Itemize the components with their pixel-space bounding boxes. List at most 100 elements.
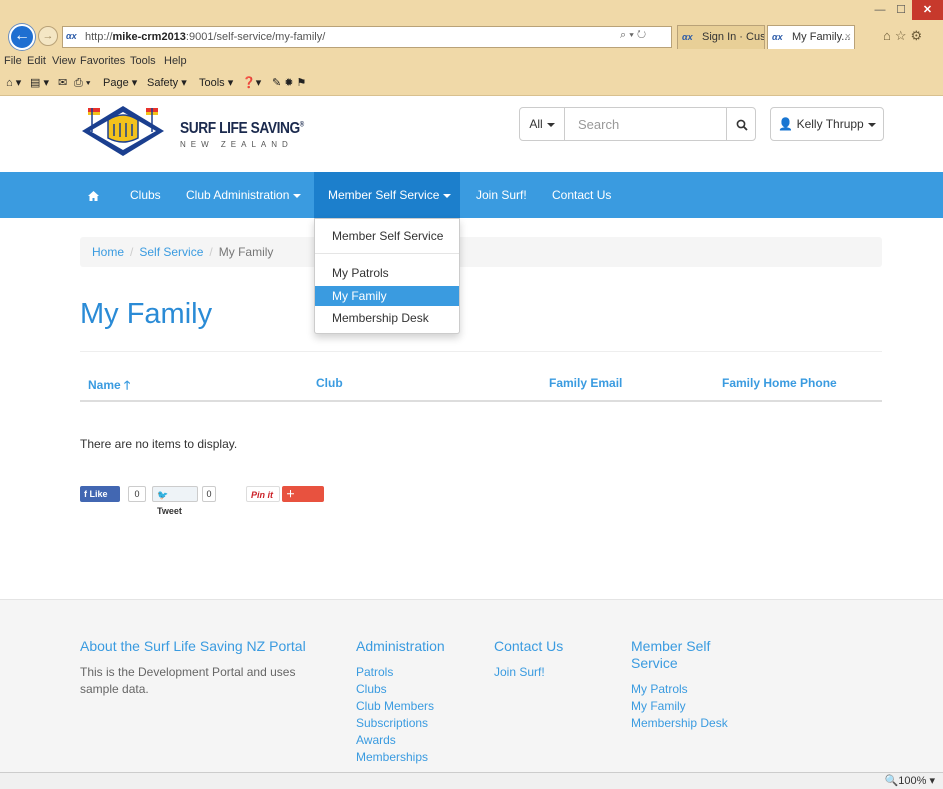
footer-link-awards[interactable]: Awards — [356, 732, 396, 749]
cmd-help-icon[interactable]: ❓▾ — [242, 72, 261, 94]
facebook-like-button[interactable]: f Like — [80, 486, 120, 502]
nav-home-icon[interactable] — [78, 172, 109, 218]
tab-my-family[interactable]: αx My Family... × — [767, 25, 855, 49]
tab-sign-in[interactable]: αx Sign In · Cust... — [677, 25, 765, 49]
nav-club-administration[interactable]: Club Administration — [176, 172, 311, 218]
table-header-divider — [80, 400, 882, 402]
column-header-family-home-phone[interactable]: Family Home Phone — [722, 376, 837, 390]
tweet-count: 0 — [202, 486, 216, 502]
chevron-down-icon — [867, 122, 876, 127]
footer-link-my-family[interactable]: My Family — [631, 698, 686, 715]
dropdown-divider — [315, 253, 459, 254]
footer-link-club-members[interactable]: Club Members — [356, 698, 434, 715]
empty-table-message: There are no items to display. — [80, 437, 238, 451]
address-scheme: http:// — [85, 31, 113, 43]
site-favicon-icon: αx — [66, 31, 77, 41]
cmd-tools[interactable]: Tools ▾ — [199, 72, 233, 94]
column-header-club[interactable]: Club — [316, 376, 343, 390]
site-footer: About the Surf Life Saving NZ Portal Thi… — [0, 599, 943, 772]
facebook-icon: f — [84, 489, 87, 499]
maximize-button[interactable]: ☐ — [891, 0, 911, 20]
menu-tools[interactable]: Tools — [130, 52, 156, 70]
nav-contact-us[interactable]: Contact Us — [542, 172, 621, 218]
twitter-icon: 🐦 — [157, 490, 169, 500]
tab-label: My Family... — [792, 31, 851, 43]
footer-member-self-service-title-2: Service — [631, 655, 678, 671]
menu-help[interactable]: Help — [164, 52, 187, 70]
tab-favicon-icon: αx — [682, 32, 693, 42]
tab-label: Sign In · Cust... — [702, 31, 765, 43]
status-bar: 🔍100% ▾ — [0, 772, 943, 789]
menu-bar: File Edit View Favorites Tools Help — [0, 52, 943, 70]
user-name: Kelly Thrupp — [796, 117, 864, 131]
footer-about-text-2: sample data. — [80, 682, 149, 696]
like-count: 0 — [128, 486, 146, 502]
cmd-page[interactable]: Page ▾ — [103, 72, 137, 94]
tab-close-icon[interactable]: × — [845, 26, 851, 48]
close-window-button[interactable]: ✕ — [912, 0, 943, 20]
share-button[interactable]: ＋Share — [282, 486, 324, 515]
tab-favicon-icon: αx — [772, 32, 783, 42]
address-search-refresh-icon[interactable]: ⌕ ▾ ↻ — [620, 29, 646, 42]
breadcrumb-current: My Family — [218, 245, 274, 259]
footer-link-membership-desk[interactable]: Membership Desk — [631, 715, 728, 732]
dropdown-item-membership-desk[interactable]: Membership Desk — [315, 308, 459, 328]
footer-about-title: About the Surf Life Saving NZ Portal — [80, 638, 306, 654]
cmd-safety[interactable]: Safety ▾ — [147, 72, 187, 94]
footer-member-self-service-title-1: Member Self — [631, 638, 711, 654]
search-group: All — [519, 107, 756, 141]
back-arrow-icon[interactable]: ← — [9, 24, 35, 50]
address-host: mike-crm2013 — [112, 31, 186, 43]
pinit-button[interactable]: Pin it — [246, 486, 280, 502]
address-bar[interactable]: http://mike-crm2013:9001/self-service/my… — [62, 26, 672, 48]
brand-title[interactable]: SURF LIFE SAVING® — [180, 120, 304, 138]
plus-icon: ＋ — [286, 489, 296, 499]
nav-clubs[interactable]: Clubs — [120, 172, 171, 218]
surf-life-saving-logo-icon[interactable] — [80, 104, 166, 158]
site-header: SURF LIFE SAVING® NEW ZEALAND All 👤 Kell… — [0, 96, 943, 172]
user-menu-button[interactable]: 👤 Kelly Thrupp — [770, 107, 884, 141]
command-bar: ⌂ ▾ ▤ ▾ ✉ ⎙ ▾ Page ▾ Safety ▾ Tools ▾ ❓▾… — [0, 72, 943, 94]
dropdown-item-my-family[interactable]: My Family — [315, 286, 459, 306]
footer-link-memberships[interactable]: Memberships — [356, 749, 428, 766]
nav-join-surf[interactable]: Join Surf! — [466, 172, 537, 218]
brand-subtitle: NEW ZEALAND — [180, 140, 293, 149]
menu-edit[interactable]: Edit — [27, 52, 46, 70]
cmd-feeds-icon[interactable]: ▤ ▾ — [30, 72, 49, 94]
minimize-button[interactable]: — — [870, 0, 890, 20]
column-header-family-email[interactable]: Family Email — [549, 376, 622, 390]
forward-arrow-icon[interactable]: → — [38, 26, 58, 46]
cmd-home-icon[interactable]: ⌂ ▾ — [6, 72, 21, 94]
footer-link-subscriptions[interactable]: Subscriptions — [356, 715, 428, 732]
footer-about-text-1: This is the Development Portal and uses — [80, 665, 296, 679]
member-self-service-dropdown: Member Self Service My Patrols My Family… — [314, 218, 460, 334]
search-input[interactable] — [566, 108, 726, 140]
column-header-name[interactable]: Name 🡑 — [88, 376, 130, 397]
user-icon: 👤 — [778, 117, 794, 131]
divider — [80, 351, 882, 352]
main-navbar: Clubs Club Administration Member Self Se… — [0, 172, 943, 218]
menu-file[interactable]: File — [4, 52, 22, 70]
search-scope-dropdown[interactable]: All — [520, 108, 565, 140]
footer-link-my-patrols[interactable]: My Patrols — [631, 681, 688, 698]
page-title: My Family — [80, 298, 213, 330]
footer-link-patrols[interactable]: Patrols — [356, 664, 393, 681]
dropdown-item-my-patrols[interactable]: My Patrols — [315, 263, 459, 283]
home-star-gear-icons[interactable]: ⌂☆⚙ — [883, 28, 926, 44]
breadcrumb-home[interactable]: Home — [92, 245, 124, 259]
breadcrumb-self-service[interactable]: Self Service — [139, 245, 203, 259]
tweet-button[interactable]: 🐦Tweet — [152, 486, 198, 516]
footer-link-join-surf[interactable]: Join Surf! — [494, 664, 545, 681]
cmd-mail-icon[interactable]: ✉ — [58, 72, 67, 94]
menu-favorites[interactable]: Favorites — [80, 52, 125, 70]
cmd-addon-icons[interactable]: ✎ ✹ ⚑ — [272, 72, 306, 94]
zoom-control[interactable]: 🔍100% ▾ — [885, 773, 935, 789]
nav-member-self-service[interactable]: Member Self Service — [314, 172, 460, 218]
footer-link-clubs[interactable]: Clubs — [356, 681, 387, 698]
zoom-icon: 🔍 — [884, 775, 899, 787]
search-icon[interactable] — [726, 108, 756, 140]
breadcrumb-separator: / — [130, 245, 134, 259]
dropdown-item-member-self-service[interactable]: Member Self Service — [315, 226, 459, 246]
cmd-print-icon[interactable]: ⎙ ▾ — [74, 72, 90, 94]
menu-view[interactable]: View — [52, 52, 76, 70]
